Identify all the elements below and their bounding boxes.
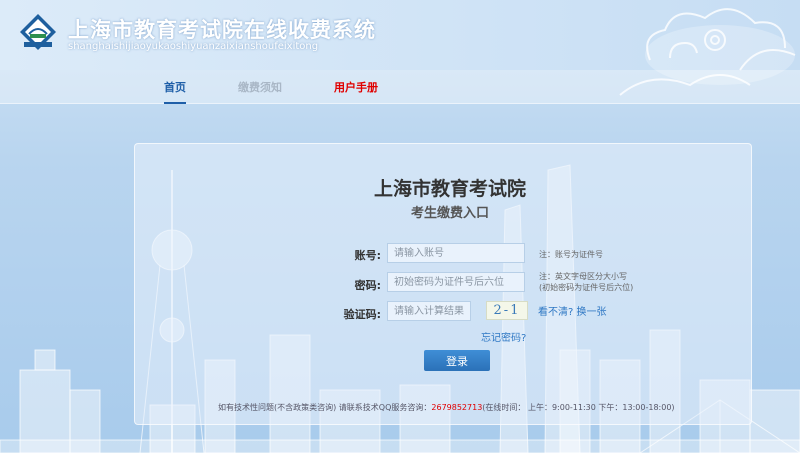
panel-subtitle: 考生缴费入口 [410,206,489,221]
footer-text-1: 如有技术性问题(不含政策类咨询) 请联系技术QQ服务咨询： [218,403,432,412]
password-label: 密码: [354,279,381,292]
password-hint-line2: (初始密码为证件号后六位) [539,283,634,292]
password-input[interactable] [387,272,525,292]
site-subtitle: shanghaishijiaoyukaoshiyuanzaixianshoufe… [68,41,319,52]
account-input[interactable] [387,243,525,263]
nav-user-manual[interactable]: 用户手册 [334,79,378,95]
account-hint: 注：账号为证件号 [539,250,603,259]
forgot-password-link[interactable]: 忘记密码? [481,329,526,344]
nav-payment-notice[interactable]: 缴费须知 [238,79,282,95]
footer-qq: 2679852713 [431,403,483,412]
captcha-input[interactable] [387,301,471,321]
panel-title: 上海市教育考试院 [373,178,526,200]
footer-support: 如有技术性问题(不含政策类咨询) 请联系技术QQ服务咨询：2679852713(… [218,402,675,413]
captcha-label: 验证码: [343,308,381,321]
footer-text-2: (在线时间： 上午：9:00-11:30 下午：13:00-18:00) [482,403,675,412]
site-title: 上海市教育考试院在线收费系统 [68,18,376,42]
main-nav: 首页 缴费须知 用户手册 [0,70,800,104]
login-panel: 上海市教育考试院 考生缴费入口 账号: 注：账号为证件号 密码: 注：英文字母区… [134,143,752,425]
login-button[interactable]: 登录 [424,350,490,371]
account-label: 账号: [354,249,381,262]
password-hint-line1: 注：英文字母区分大小写 [539,272,627,281]
nav-home[interactable]: 首页 [164,79,186,104]
page-header: 上海市教育考试院在线收费系统 shanghaishijiaoyukaoshiyu… [0,0,800,96]
password-hint: 注：英文字母区分大小写 (初始密码为证件号后六位) [539,271,633,293]
captcha-image[interactable]: 2-1 [486,301,528,320]
captcha-refresh-link[interactable]: 看不清? 换一张 [538,303,607,318]
shanghai-exam-logo-icon [20,14,56,50]
